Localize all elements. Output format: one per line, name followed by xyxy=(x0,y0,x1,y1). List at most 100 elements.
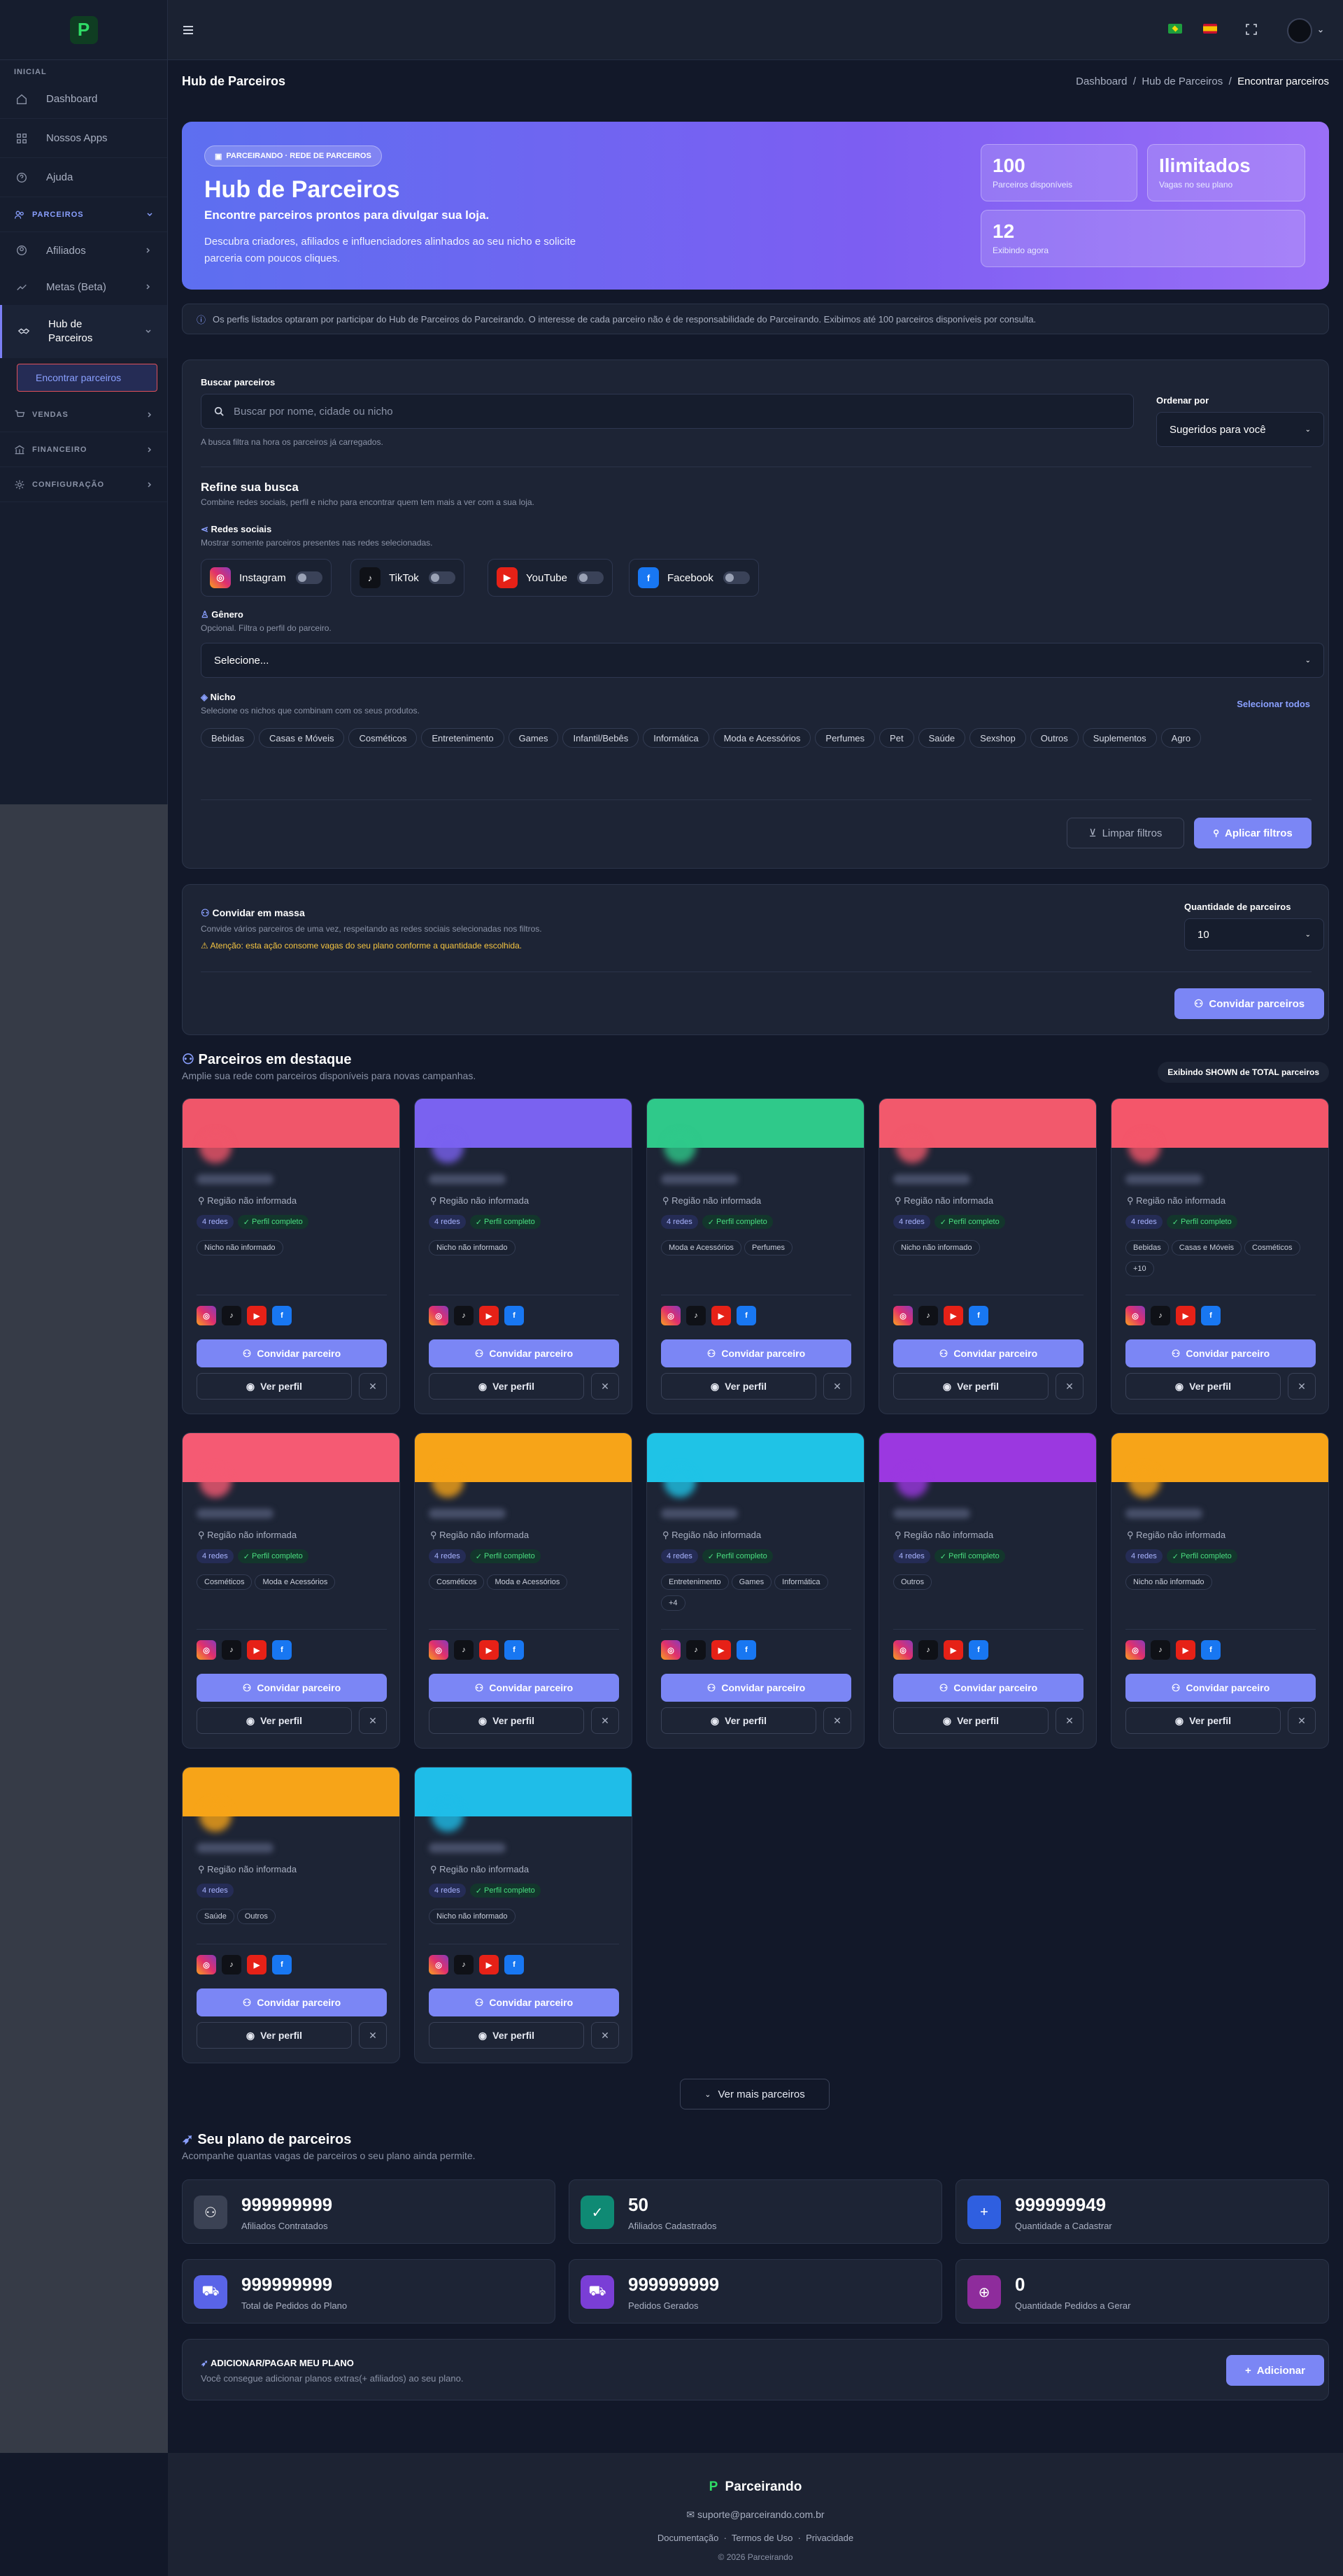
select-all-link[interactable]: Selecionar todos xyxy=(1237,699,1310,709)
niche-chip[interactable]: Agro xyxy=(1160,728,1202,748)
youtube-icon[interactable]: ▶ xyxy=(247,1306,267,1325)
flag-spain-icon[interactable] xyxy=(1203,24,1217,34)
dismiss-partner-button[interactable]: ✕ xyxy=(591,1707,619,1734)
tiktok-icon[interactable]: ♪ xyxy=(918,1306,938,1325)
view-profile-button[interactable]: ◉ Ver perfil xyxy=(197,1373,352,1400)
tiktok-icon[interactable]: ♪ xyxy=(918,1640,938,1660)
sidebar-group-financeiro[interactable]: FINANCEIRO xyxy=(0,432,167,467)
view-profile-button[interactable]: ◉ Ver perfil xyxy=(197,1707,352,1734)
instagram-icon[interactable]: ◎ xyxy=(429,1306,448,1325)
instagram-icon[interactable]: ◎ xyxy=(197,1306,216,1325)
footer-link-terms[interactable]: Termos de Uso xyxy=(732,2533,793,2543)
tiktok-icon[interactable]: ♪ xyxy=(686,1306,706,1325)
brand-logo[interactable]: P xyxy=(69,15,98,44)
add-plan-button[interactable]: + Adicionar xyxy=(1226,2355,1324,2386)
niche-chip[interactable]: Suplementos xyxy=(1082,728,1157,748)
dismiss-partner-button[interactable]: ✕ xyxy=(591,2022,619,2049)
facebook-icon[interactable]: f xyxy=(737,1306,756,1325)
sidebar-item-encontrar-parceiros[interactable]: Encontrar parceiros xyxy=(17,364,157,392)
instagram-icon[interactable]: ◎ xyxy=(197,1955,216,1974)
facebook-icon[interactable]: f xyxy=(1201,1640,1221,1660)
invite-partner-button[interactable]: ⚇ Convidar parceiro xyxy=(893,1339,1083,1367)
toggle-switch[interactable] xyxy=(576,571,604,584)
instagram-icon[interactable]: ◎ xyxy=(893,1640,913,1660)
more-partners-button[interactable]: ⌄ Ver mais parceiros xyxy=(680,2079,830,2109)
invite-partner-button[interactable]: ⚇ Convidar parceiro xyxy=(429,1988,619,2016)
youtube-icon[interactable]: ▶ xyxy=(479,1955,499,1974)
instagram-icon[interactable]: ◎ xyxy=(661,1306,681,1325)
facebook-icon[interactable]: f xyxy=(1201,1306,1221,1325)
bulk-invite-button[interactable]: ⚇ Convidar parceiros xyxy=(1174,988,1324,1019)
niche-chip[interactable]: Pet xyxy=(879,728,914,748)
toggle-tiktok[interactable]: ♪ TikTok xyxy=(350,559,464,597)
dismiss-partner-button[interactable]: ✕ xyxy=(1056,1373,1083,1400)
view-profile-button[interactable]: ◉ Ver perfil xyxy=(661,1707,816,1734)
gender-select[interactable]: Selecione... ⌄ xyxy=(201,643,1324,678)
tiktok-icon[interactable]: ♪ xyxy=(454,1955,474,1974)
tiktok-icon[interactable]: ♪ xyxy=(454,1306,474,1325)
invite-partner-button[interactable]: ⚇ Convidar parceiro xyxy=(197,1988,387,2016)
dismiss-partner-button[interactable]: ✕ xyxy=(1056,1707,1083,1734)
youtube-icon[interactable]: ▶ xyxy=(1176,1640,1195,1660)
instagram-icon[interactable]: ◎ xyxy=(429,1955,448,1974)
invite-partner-button[interactable]: ⚇ Convidar parceiro xyxy=(1125,1674,1316,1702)
facebook-icon[interactable]: f xyxy=(504,1955,524,1974)
view-profile-button[interactable]: ◉ Ver perfil xyxy=(429,1707,584,1734)
facebook-icon[interactable]: f xyxy=(272,1955,292,1974)
invite-partner-button[interactable]: ⚇ Convidar parceiro xyxy=(197,1674,387,1702)
youtube-icon[interactable]: ▶ xyxy=(711,1306,731,1325)
instagram-icon[interactable]: ◎ xyxy=(1125,1640,1145,1660)
sidebar-item-metas[interactable]: Metas (Beta) xyxy=(0,269,167,305)
dismiss-partner-button[interactable]: ✕ xyxy=(359,2022,387,2049)
facebook-icon[interactable]: f xyxy=(737,1640,756,1660)
user-avatar[interactable] xyxy=(1287,18,1312,43)
view-profile-button[interactable]: ◉ Ver perfil xyxy=(429,1373,584,1400)
view-profile-button[interactable]: ◉ Ver perfil xyxy=(893,1373,1049,1400)
facebook-icon[interactable]: f xyxy=(504,1306,524,1325)
niche-chip[interactable]: Casas e Móveis xyxy=(258,728,345,748)
view-profile-button[interactable]: ◉ Ver perfil xyxy=(893,1707,1049,1734)
view-profile-button[interactable]: ◉ Ver perfil xyxy=(197,2022,352,2049)
instagram-icon[interactable]: ◎ xyxy=(661,1640,681,1660)
clear-filters-button[interactable]: ⊻ Limpar filtros xyxy=(1067,818,1184,848)
toggle-facebook[interactable]: f Facebook xyxy=(629,559,759,597)
chevron-down-icon[interactable] xyxy=(1318,29,1323,34)
tiktok-icon[interactable]: ♪ xyxy=(454,1640,474,1660)
niche-chip[interactable]: Perfumes xyxy=(815,728,876,748)
youtube-icon[interactable]: ▶ xyxy=(479,1640,499,1660)
instagram-icon[interactable]: ◎ xyxy=(197,1640,216,1660)
dismiss-partner-button[interactable]: ✕ xyxy=(1288,1373,1316,1400)
footer-link-docs[interactable]: Documentação xyxy=(658,2533,718,2543)
youtube-icon[interactable]: ▶ xyxy=(944,1640,963,1660)
apply-filters-button[interactable]: ⚲ Aplicar filtros xyxy=(1194,818,1312,848)
youtube-icon[interactable]: ▶ xyxy=(1176,1306,1195,1325)
invite-partner-button[interactable]: ⚇ Convidar parceiro xyxy=(429,1339,619,1367)
niche-chip[interactable]: Moda e Acessórios xyxy=(713,728,811,748)
instagram-icon[interactable]: ◎ xyxy=(893,1306,913,1325)
facebook-icon[interactable]: f xyxy=(969,1640,988,1660)
dismiss-partner-button[interactable]: ✕ xyxy=(591,1373,619,1400)
facebook-icon[interactable]: f xyxy=(504,1640,524,1660)
sidebar-item-dashboard[interactable]: Dashboard xyxy=(0,80,167,119)
sidebar-group-parceiros[interactable]: PARCEIROS xyxy=(0,197,167,232)
sidebar-item-hub[interactable]: Hub de Parceiros xyxy=(0,305,167,358)
tiktok-icon[interactable]: ♪ xyxy=(1151,1306,1170,1325)
invite-partner-button[interactable]: ⚇ Convidar parceiro xyxy=(661,1674,851,1702)
youtube-icon[interactable]: ▶ xyxy=(711,1640,731,1660)
fullscreen-icon[interactable] xyxy=(1245,23,1258,36)
breadcrumb-dashboard[interactable]: Dashboard xyxy=(1076,76,1127,87)
facebook-icon[interactable]: f xyxy=(272,1640,292,1660)
niche-chip[interactable]: Infantil/Bebês xyxy=(562,728,639,748)
toggle-instagram[interactable]: ◎ Instagram xyxy=(201,559,332,597)
tiktok-icon[interactable]: ♪ xyxy=(686,1640,706,1660)
sidebar-item-afiliados[interactable]: Afiliados xyxy=(0,232,167,269)
youtube-icon[interactable]: ▶ xyxy=(247,1955,267,1974)
niche-chip[interactable]: Entretenimento xyxy=(421,728,504,748)
view-profile-button[interactable]: ◉ Ver perfil xyxy=(429,2022,584,2049)
sidebar-item-apps[interactable]: Nossos Apps xyxy=(0,119,167,158)
search-input[interactable]: Buscar por nome, cidade ou nicho xyxy=(201,394,1134,429)
tiktok-icon[interactable]: ♪ xyxy=(1151,1640,1170,1660)
dismiss-partner-button[interactable]: ✕ xyxy=(823,1707,851,1734)
instagram-icon[interactable]: ◎ xyxy=(1125,1306,1145,1325)
view-profile-button[interactable]: ◉ Ver perfil xyxy=(1125,1373,1281,1400)
